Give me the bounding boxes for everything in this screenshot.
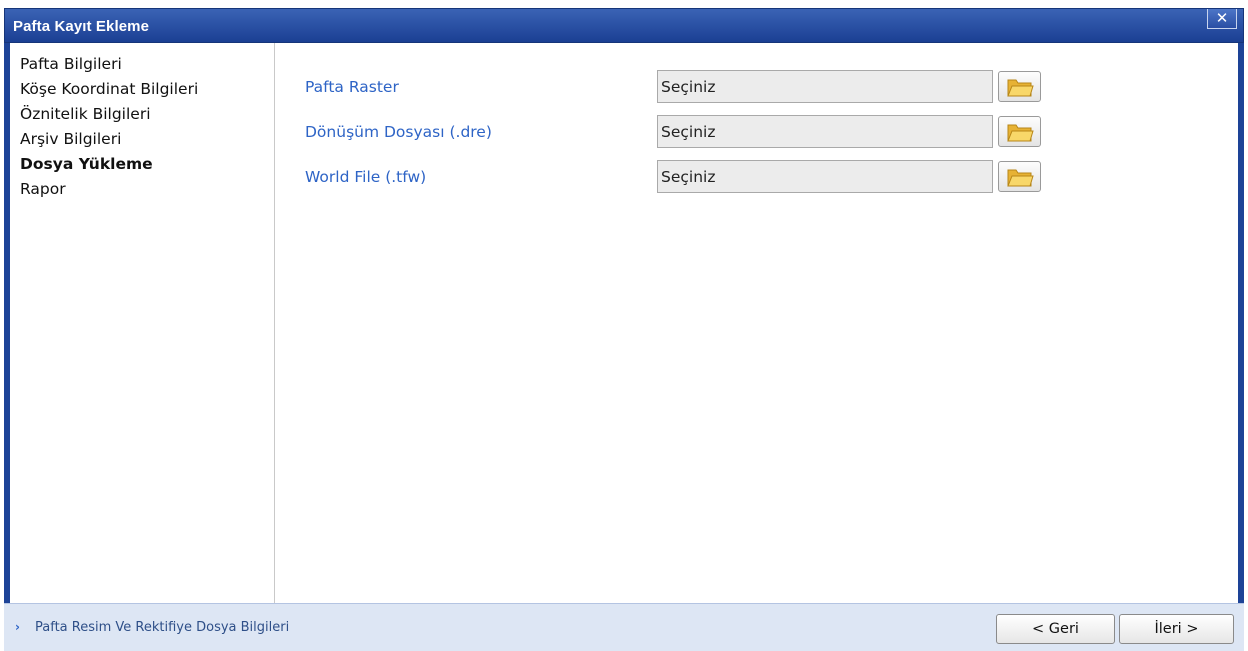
dialog-footer: › Pafta Resim Ve Rektifiye Dosya Bilgile…	[4, 603, 1244, 651]
pafta-raster-browse-button[interactable]	[998, 71, 1041, 102]
back-button[interactable]: < Geri	[996, 614, 1115, 644]
pafta-raster-label: Pafta Raster	[305, 78, 399, 96]
sidebar-item-kose-koordinat-bilgileri[interactable]: Köşe Koordinat Bilgileri	[10, 77, 274, 102]
sidebar-item-oznitelik-bilgileri[interactable]: Öznitelik Bilgileri	[10, 102, 274, 127]
sidebar-item-dosya-yukleme[interactable]: Dosya Yükleme	[10, 152, 274, 177]
donusum-dosyasi-row: Dönüşüm Dosyası (.dre)	[305, 115, 1041, 149]
wizard-steps-sidebar: Pafta Bilgileri Köşe Koordinat Bilgileri…	[10, 43, 275, 603]
pafta-kayit-dialog: Pafta Kayıt Ekleme ✕ Pafta Bilgileri Köş…	[0, 0, 1248, 651]
donusum-dosyasi-field[interactable]	[657, 115, 993, 148]
dialog-titlebar[interactable]: Pafta Kayıt Ekleme ✕	[4, 8, 1244, 43]
world-file-label: World File (.tfw)	[305, 168, 427, 186]
pafta-raster-field[interactable]	[657, 70, 993, 103]
pafta-raster-row: Pafta Raster	[305, 70, 1041, 104]
file-upload-panel: Pafta Raster Dönüşüm Dosyası (.dre)	[276, 43, 1238, 603]
dialog-title: Pafta Kayıt Ekleme	[13, 18, 150, 35]
donusum-dosyasi-browse-button[interactable]	[998, 116, 1041, 147]
world-file-row: World File (.tfw)	[305, 160, 1041, 194]
folder-open-icon	[1006, 79, 1034, 96]
folder-open-icon	[1006, 124, 1034, 141]
close-button[interactable]: ✕	[1207, 9, 1237, 29]
close-icon: ✕	[1215, 9, 1229, 27]
chevron-right-icon: ›	[15, 620, 20, 634]
sidebar-item-rapor[interactable]: Rapor	[10, 177, 274, 202]
folder-open-icon	[1006, 169, 1034, 186]
step-description: Pafta Resim Ve Rektifiye Dosya Bilgileri	[35, 620, 290, 635]
sidebar-item-arsiv-bilgileri[interactable]: Arşiv Bilgileri	[10, 127, 274, 152]
background-strip	[0, 0, 1248, 8]
sidebar-item-pafta-bilgileri[interactable]: Pafta Bilgileri	[10, 52, 274, 77]
world-file-field[interactable]	[657, 160, 993, 193]
dialog-frame-right	[1238, 43, 1244, 603]
world-file-browse-button[interactable]	[998, 161, 1041, 192]
donusum-dosyasi-label: Dönüşüm Dosyası (.dre)	[305, 123, 492, 141]
next-button[interactable]: İleri >	[1119, 614, 1234, 644]
